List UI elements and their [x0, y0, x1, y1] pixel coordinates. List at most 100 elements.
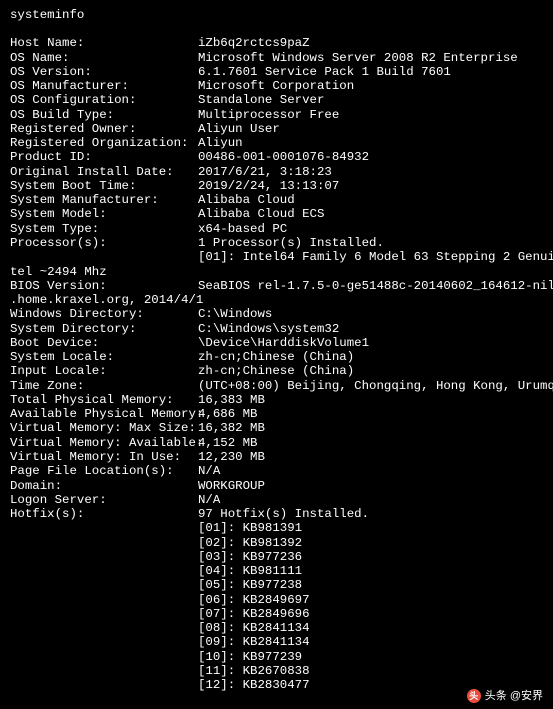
- info-label: Logon Server:: [10, 493, 198, 507]
- info-label: OS Manufacturer:: [10, 79, 198, 93]
- hotfix-item: [01]: KB981391: [10, 521, 553, 535]
- info-row: Boot Device:\Device\HarddiskVolume1: [10, 336, 553, 350]
- info-row: Virtual Memory: In Use:12,230 MB: [10, 450, 553, 464]
- info-label: Product ID:: [10, 150, 198, 164]
- info-row: OS Manufacturer:Microsoft Corporation: [10, 79, 553, 93]
- info-value: 4,152 MB: [198, 436, 258, 450]
- info-row: Virtual Memory: Available:4,152 MB: [10, 436, 553, 450]
- info-label: Time Zone:: [10, 379, 198, 393]
- hotfix-item: [05]: KB977238: [10, 578, 553, 592]
- info-row: Virtual Memory: Max Size:16,382 MB: [10, 421, 553, 435]
- info-label: System Directory:: [10, 322, 198, 336]
- info-label: System Model:: [10, 207, 198, 221]
- processor-detail: [01]: Intel64 Family 6 Model 63 Stepping…: [10, 250, 553, 264]
- info-row: System Locale:zh-cn;Chinese (China): [10, 350, 553, 364]
- info-label: Available Physical Memory:: [10, 407, 198, 421]
- info-value: Microsoft Corporation: [198, 79, 354, 93]
- info-label: Virtual Memory: In Use:: [10, 450, 198, 464]
- watermark: 头 头条 @安界: [467, 689, 543, 703]
- info-label: OS Version:: [10, 65, 198, 79]
- info-value: (UTC+08:00) Beijing, Chongqing, Hong Kon…: [198, 379, 553, 393]
- hotfix-item: [08]: KB2841134: [10, 621, 553, 635]
- info-row: System Directory:C:\Windows\system32: [10, 322, 553, 336]
- systeminfo-block-2: Windows Directory:C:\WindowsSystem Direc…: [10, 307, 553, 521]
- info-row: System Model:Alibaba Cloud ECS: [10, 207, 553, 221]
- info-label: Hotfix(s):: [10, 507, 198, 521]
- info-label: Host Name:: [10, 36, 198, 50]
- info-label: Virtual Memory: Available:: [10, 436, 198, 450]
- systeminfo-block-1: Host Name:iZb6q2rctcs9paZOS Name:Microso…: [10, 36, 553, 250]
- info-label: Boot Device:: [10, 336, 198, 350]
- info-label: Registered Owner:: [10, 122, 198, 136]
- info-label: System Locale:: [10, 350, 198, 364]
- info-value: \Device\HarddiskVolume1: [198, 336, 369, 350]
- info-row: Registered Organization:Aliyun: [10, 136, 553, 150]
- info-row: Page File Location(s):N/A: [10, 464, 553, 478]
- info-value: zh-cn;Chinese (China): [198, 350, 354, 364]
- tel-line: tel ~2494 Mhz: [10, 265, 553, 279]
- info-value: Aliyun: [198, 136, 243, 150]
- info-row: System Type:x64-based PC: [10, 222, 553, 236]
- info-value: N/A: [198, 464, 220, 478]
- info-label: OS Configuration:: [10, 93, 198, 107]
- info-row: OS Version:6.1.7601 Service Pack 1 Build…: [10, 65, 553, 79]
- info-row: Time Zone:(UTC+08:00) Beijing, Chongqing…: [10, 379, 553, 393]
- info-value: 6.1.7601 Service Pack 1 Build 7601: [198, 65, 451, 79]
- bios-value: SeaBIOS rel-1.7.5-0-ge51488c-20140602_16…: [198, 279, 553, 293]
- info-value: C:\Windows: [198, 307, 272, 321]
- info-label: Original Install Date:: [10, 165, 198, 179]
- info-value: 97 Hotfix(s) Installed.: [198, 507, 369, 521]
- info-row: System Boot Time:2019/2/24, 13:13:07: [10, 179, 553, 193]
- hotfix-item: [03]: KB977236: [10, 550, 553, 564]
- info-value: 16,383 MB: [198, 393, 265, 407]
- hotfix-item: [04]: KB981111: [10, 564, 553, 578]
- info-row: Processor(s):1 Processor(s) Installed.: [10, 236, 553, 250]
- info-label: Total Physical Memory:: [10, 393, 198, 407]
- watermark-icon: 头: [467, 689, 481, 703]
- blank-line: [10, 22, 553, 36]
- info-value: Multiprocessor Free: [198, 108, 339, 122]
- info-row: Logon Server:N/A: [10, 493, 553, 507]
- info-row: Hotfix(s):97 Hotfix(s) Installed.: [10, 507, 553, 521]
- info-row: Input Locale:zh-cn;Chinese (China): [10, 364, 553, 378]
- info-row: OS Configuration:Standalone Server: [10, 93, 553, 107]
- info-label: Virtual Memory: Max Size:: [10, 421, 198, 435]
- info-value: 12,230 MB: [198, 450, 265, 464]
- info-row: Product ID:00486-001-0001076-84932: [10, 150, 553, 164]
- hotfix-item: [06]: KB2849697: [10, 593, 553, 607]
- hotfix-item: [02]: KB981392: [10, 536, 553, 550]
- info-value: zh-cn;Chinese (China): [198, 364, 354, 378]
- info-value: 1 Processor(s) Installed.: [198, 236, 384, 250]
- info-row: Original Install Date:2017/6/21, 3:18:23: [10, 165, 553, 179]
- info-label: System Manufacturer:: [10, 193, 198, 207]
- info-row: Total Physical Memory:16,383 MB: [10, 393, 553, 407]
- info-label: OS Name:: [10, 51, 198, 65]
- command-line: systeminfo: [10, 8, 553, 22]
- info-row: OS Build Type:Multiprocessor Free: [10, 108, 553, 122]
- info-label: OS Build Type:: [10, 108, 198, 122]
- bios-row: BIOS Version:SeaBIOS rel-1.7.5-0-ge51488…: [10, 279, 553, 293]
- info-label: Windows Directory:: [10, 307, 198, 321]
- hotfix-list: [01]: KB981391[02]: KB981392[03]: KB9772…: [10, 521, 553, 692]
- info-value: WORKGROUP: [198, 479, 265, 493]
- hotfix-item: [11]: KB2670838: [10, 664, 553, 678]
- info-value: C:\Windows\system32: [198, 322, 339, 336]
- info-row: Domain:WORKGROUP: [10, 479, 553, 493]
- info-label: Page File Location(s):: [10, 464, 198, 478]
- info-value: Microsoft Windows Server 2008 R2 Enterpr…: [198, 51, 518, 65]
- info-value: Alibaba Cloud ECS: [198, 207, 324, 221]
- info-value: Standalone Server: [198, 93, 324, 107]
- info-row: System Manufacturer:Alibaba Cloud: [10, 193, 553, 207]
- info-value: iZb6q2rctcs9paZ: [198, 36, 310, 50]
- info-value: Alibaba Cloud: [198, 193, 295, 207]
- info-value: x64-based PC: [198, 222, 287, 236]
- bios-wrap-line: .home.kraxel.org, 2014/4/1: [10, 293, 553, 307]
- info-row: Available Physical Memory:4,686 MB: [10, 407, 553, 421]
- info-value: 4,686 MB: [198, 407, 258, 421]
- info-label: System Type:: [10, 222, 198, 236]
- bios-label: BIOS Version:: [10, 279, 198, 293]
- info-label: System Boot Time:: [10, 179, 198, 193]
- info-row: Windows Directory:C:\Windows: [10, 307, 553, 321]
- info-row: Host Name:iZb6q2rctcs9paZ: [10, 36, 553, 50]
- info-value: 2017/6/21, 3:18:23: [198, 165, 332, 179]
